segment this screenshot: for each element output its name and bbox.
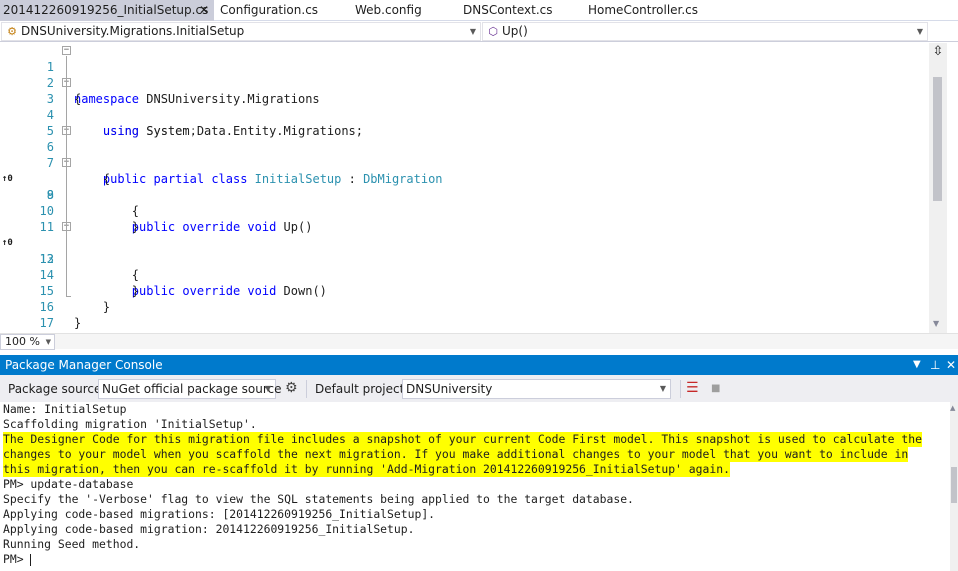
code-line: 1 − namespace DNSUniversity.Migrations: [0, 43, 929, 107]
console-warning-line: The Designer Code for this migration fil…: [3, 432, 922, 447]
chevron-down-icon: ▼: [264, 384, 271, 393]
document-tab-strip: 201412260919256_InitialSetup.cs ✕ Config…: [0, 0, 958, 21]
scroll-up-icon[interactable]: ▲: [950, 404, 955, 412]
navigation-bar: ⚙ DNSUniversity.Migrations.InitialSetup ▼…: [0, 21, 958, 42]
window-options-icon[interactable]: ▼: [913, 355, 921, 375]
package-source-label: Package source:: [8, 382, 106, 396]
zoom-dropdown[interactable]: 100 % ▼: [0, 334, 55, 350]
clear-console-icon[interactable]: ☰: [686, 380, 699, 396]
split-window-icon[interactable]: ⇳: [929, 43, 947, 61]
type-dropdown[interactable]: ⚙ DNSUniversity.Migrations.InitialSetup ▼: [1, 22, 481, 41]
console-line: PM> update-database: [3, 477, 134, 491]
line-number: 17: [39, 316, 54, 330]
zoom-value: 100 %: [5, 335, 40, 348]
collapse-icon[interactable]: −: [62, 46, 71, 55]
code-line: 6 − public partial class InitialSetup : …: [0, 123, 929, 187]
console-prompt: PM>: [3, 552, 31, 566]
package-source-dropdown[interactable]: NuGet official package source ▼: [98, 379, 281, 399]
code-line: 13 {: [0, 235, 929, 282]
code-line: 15 }: [0, 267, 929, 314]
stop-command-icon[interactable]: ■: [711, 383, 720, 394]
code-line: 2 {: [0, 59, 929, 106]
code-line: 4 using System.Data.Entity.Migrations;: [0, 91, 929, 138]
console-line: Name: InitialSetup: [3, 402, 127, 416]
tab-label: Web.config: [355, 3, 422, 17]
chevron-down-icon: ▼: [469, 27, 476, 36]
tab-configuration-cs[interactable]: Configuration.cs: [220, 0, 318, 21]
pin-icon[interactable]: ⊥: [930, 355, 940, 375]
console-line: Specify the '-Verbose' flag to view the …: [3, 492, 634, 506]
console-line: Applying code-based migrations: [2014122…: [3, 507, 436, 521]
tab-label: 201412260919256_InitialSetup.cs: [3, 3, 209, 17]
default-project-label: Default project:: [315, 382, 409, 396]
outline-guide: [66, 296, 71, 297]
text-cursor: [30, 553, 32, 566]
code-line: 9 {: [0, 171, 929, 218]
toolbar-separator: [680, 380, 681, 398]
editor-zoom-bar: 100 % ▼: [0, 333, 958, 350]
code-area[interactable]: 1 − namespace DNSUniversity.Migrations 2…: [0, 43, 929, 333]
code-line: 3 − using System;: [0, 75, 929, 139]
code-line: 14 }: [0, 251, 929, 298]
code-editor[interactable]: 1 − namespace DNSUniversity.Migrations 2…: [0, 43, 958, 333]
console-output[interactable]: Name: InitialSetup Scaffolding migration…: [0, 402, 950, 571]
code-line: ↑0 8 − public override void Up(): [0, 155, 929, 235]
package-manager-console-titlebar: Package Manager Console ▼ ⊥ ✕: [0, 355, 958, 375]
close-tab-icon[interactable]: ✕: [199, 0, 209, 21]
scrollbar-thumb[interactable]: [933, 77, 942, 201]
code-line: ↑0 12 − public override void Down(): [0, 219, 929, 299]
default-project-value: DNSUniversity: [406, 382, 493, 396]
close-icon[interactable]: ✕: [946, 355, 956, 375]
outline-guide: [66, 56, 67, 297]
console-line: Scaffolding migration 'InitialSetup'.: [3, 417, 257, 431]
tab-label: HomeController.cs: [588, 3, 699, 17]
tab-dnscontext-cs[interactable]: DNSContext.cs: [463, 0, 553, 21]
console-warning-line: this migration, then you can re-scaffold…: [3, 462, 730, 477]
code-line: 7 {: [0, 139, 929, 186]
chevron-down-icon: ▼: [45, 338, 51, 346]
code-line: 10 }: [0, 187, 929, 234]
tab-web-config[interactable]: Web.config: [355, 0, 422, 21]
type-dropdown-value: DNSUniversity.Migrations.InitialSetup: [21, 24, 245, 38]
method-icon: ⬡: [488, 25, 498, 38]
tab-initialsetup-cs[interactable]: 201412260919256_InitialSetup.cs ✕: [0, 0, 214, 21]
code-line: 17: [0, 299, 929, 330]
code-line: 16 }: [0, 283, 929, 330]
tab-homecontroller-cs[interactable]: HomeController.cs: [588, 0, 698, 21]
tab-label: Configuration.cs: [220, 3, 319, 17]
console-line: Running Seed method.: [3, 537, 141, 551]
scroll-down-icon[interactable]: ▼: [933, 319, 939, 328]
default-project-dropdown[interactable]: DNSUniversity ▼: [402, 379, 671, 399]
chevron-down-icon: ▼: [916, 27, 923, 36]
member-dropdown-value: Up(): [502, 24, 528, 38]
chevron-down-icon: ▼: [659, 384, 666, 393]
console-prompt-line[interactable]: PM>: [3, 552, 32, 567]
settings-gear-icon[interactable]: ⚙: [285, 380, 298, 396]
scrollbar-thumb[interactable]: [951, 467, 957, 503]
code-line: 5: [0, 107, 929, 138]
package-source-value: NuGet official package source: [102, 382, 282, 396]
console-warning-line: changes to your model when you scaffold …: [3, 447, 909, 462]
tab-label: DNSContext.cs: [463, 3, 553, 17]
code-line: 11: [0, 203, 929, 234]
editor-vertical-scrollbar[interactable]: ▼: [929, 43, 947, 333]
toolbar-separator: [306, 380, 307, 398]
console-title: Package Manager Console: [5, 358, 163, 372]
class-icon: ⚙: [7, 25, 17, 38]
console-line: Applying code-based migration: 201412260…: [3, 522, 415, 536]
console-vertical-scrollbar[interactable]: ▲: [950, 402, 958, 571]
member-dropdown[interactable]: ⬡ Up() ▼: [482, 22, 928, 41]
console-toolbar: Package source: NuGet official package s…: [0, 375, 958, 402]
